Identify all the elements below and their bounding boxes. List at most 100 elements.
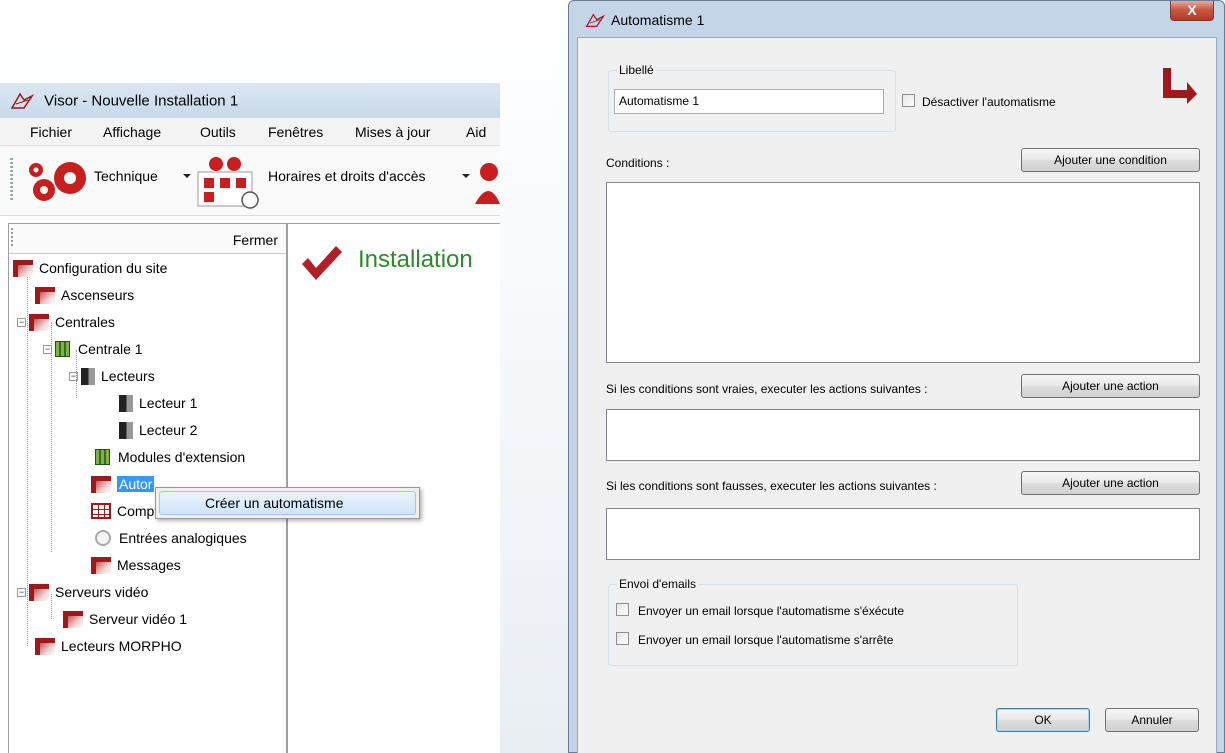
card-reader-icon — [119, 421, 133, 439]
checkmark-icon — [302, 246, 342, 280]
true-actions-label: Si les conditions sont vraies, executer … — [606, 382, 928, 396]
collapse-icon[interactable]: − — [43, 344, 52, 354]
menu-bar: Fichier Affichage Outils Fenêtres Mises … — [0, 118, 500, 146]
toolbar: Technique Horaires et droits d'accès — [0, 146, 500, 216]
tree-item-modules[interactable]: Modules d'extension — [95, 446, 245, 468]
tree-item-configuration[interactable]: Configuration du site — [13, 257, 167, 279]
add-false-action-button[interactable]: Ajouter une action — [1021, 471, 1200, 495]
technique-dropdown-arrow[interactable] — [183, 174, 191, 178]
menu-affichage[interactable]: Affichage — [103, 124, 161, 140]
folder-red-icon — [35, 637, 55, 655]
tree-item-lecteurs-morpho[interactable]: Lecteurs MORPHO — [35, 635, 182, 657]
circuit-board-icon — [95, 449, 110, 465]
tree-item-centrales[interactable]: − Centrales — [17, 311, 115, 333]
technique-button[interactable]: Technique — [94, 168, 158, 184]
card-reader-icon — [81, 367, 95, 385]
main-title-bar: Visor - Nouvelle Installation 1 — [0, 83, 500, 118]
tree-item-label: Centrales — [55, 314, 115, 330]
brand-arrow-icon — [1163, 68, 1197, 104]
email-on-stop-checkbox[interactable] — [616, 632, 629, 645]
true-actions-list[interactable] — [606, 409, 1200, 461]
folder-red-icon — [29, 583, 49, 601]
menu-aide[interactable]: Aid — [466, 124, 486, 140]
email-on-run-label: Envoyer un email lorsque l'automatisme s… — [638, 604, 905, 618]
folder-red-icon — [91, 556, 111, 574]
tree-item-label: Modules d'extension — [118, 449, 246, 465]
folder-red-icon — [63, 610, 83, 628]
collapse-icon[interactable]: − — [17, 317, 26, 327]
tree-item-automatismes[interactable]: Autor — [91, 473, 155, 495]
disable-automatisme-label: Désactiver l'automatisme — [922, 95, 1056, 109]
tree-item-label: Messages — [117, 557, 181, 573]
table-grid-icon — [91, 503, 111, 519]
tree-item-label: Lecteurs MORPHO — [61, 638, 182, 654]
tree-item-label: Lecteur 2 — [139, 422, 198, 438]
tree-item-serveur-video-1[interactable]: Serveur vidéo 1 — [63, 608, 187, 630]
horaires-dropdown-arrow[interactable] — [462, 174, 470, 178]
tree-item-messages[interactable]: Messages — [91, 554, 181, 576]
toolbar-grip[interactable] — [10, 158, 13, 202]
folder-red-icon — [29, 313, 49, 331]
email-on-run-checkbox[interactable] — [616, 603, 629, 616]
menu-mises-a-jour[interactable]: Mises à jour — [355, 124, 430, 140]
create-automatisme-menu-item[interactable]: Créer un automatisme — [159, 491, 416, 515]
user-icon[interactable] — [475, 160, 500, 206]
menu-outils[interactable]: Outils — [200, 124, 236, 140]
dialog-title-bar: Automatisme 1 — [569, 1, 1224, 37]
tree-item-lecteur-1[interactable]: Lecteur 1 — [119, 392, 197, 414]
tree-item-label: Centrale 1 — [78, 341, 143, 357]
tree-item-label: Serveur vidéo 1 — [89, 611, 188, 627]
libelle-group-label: Libellé — [617, 63, 656, 77]
dialog-body: Libellé Automatisme 1 Désactiver l'autom… — [577, 37, 1217, 753]
folder-red-icon — [91, 475, 111, 493]
gauge-icon — [95, 530, 111, 546]
collapse-icon[interactable]: − — [69, 371, 78, 381]
panel-grip[interactable] — [11, 228, 13, 246]
gears-icon — [29, 162, 86, 201]
emails-group: Envoi d'emails — [608, 577, 1018, 666]
visor-main-window: Visor - Nouvelle Installation 1 Fichier … — [0, 83, 500, 753]
close-panel-button[interactable]: Fermer — [233, 232, 278, 248]
conditions-list[interactable] — [606, 182, 1200, 363]
tree-item-label: Autor — [117, 476, 155, 492]
horaires-button[interactable]: Horaires et droits d'accès — [268, 168, 426, 184]
disable-automatisme-checkbox[interactable] — [902, 94, 915, 107]
automatisme-dialog: Automatisme 1 X Libellé Automatisme 1 Dé… — [568, 0, 1225, 753]
visor-logo-icon — [10, 92, 34, 109]
dialog-close-button[interactable]: X — [1170, 1, 1214, 21]
menu-fenetres[interactable]: Fenêtres — [268, 124, 323, 140]
ok-button[interactable]: OK — [996, 708, 1090, 732]
tree-item-centrale-1[interactable]: − Centrale 1 — [43, 338, 143, 360]
tree-item-label: Entrées analogiques — [119, 530, 247, 546]
card-reader-icon — [119, 394, 133, 412]
tree-item-serveurs-video[interactable]: − Serveurs vidéo — [17, 581, 148, 603]
tree-item-lecteurs[interactable]: − Lecteurs — [69, 365, 155, 387]
false-actions-label: Si les conditions sont fausses, executer… — [606, 479, 937, 493]
installation-heading: Installation — [358, 246, 473, 273]
context-menu: Créer un automatisme — [155, 487, 420, 519]
circuit-board-icon — [55, 341, 70, 357]
tree-item-label: Lecteurs — [101, 368, 155, 384]
false-actions-list[interactable] — [606, 508, 1200, 560]
emails-group-label: Envoi d'emails — [617, 577, 698, 591]
tree-item-label: Ascenseurs — [61, 287, 135, 303]
add-condition-button[interactable]: Ajouter une condition — [1021, 148, 1200, 172]
add-true-action-button[interactable]: Ajouter une action — [1021, 374, 1200, 398]
libelle-input[interactable]: Automatisme 1 — [614, 89, 884, 114]
tree-panel-header: Fermer — [9, 224, 286, 254]
email-on-stop-label: Envoyer un email lorsque l'automatisme s… — [638, 633, 894, 647]
collapse-icon[interactable]: − — [17, 587, 26, 597]
dialog-title-text: Automatisme 1 — [611, 12, 705, 28]
folder-red-icon — [35, 286, 55, 304]
menu-fichier[interactable]: Fichier — [30, 124, 72, 140]
main-title-text: Visor - Nouvelle Installation 1 — [44, 92, 239, 110]
tree-item-ascenseurs[interactable]: Ascenseurs — [35, 284, 134, 306]
calendar-users-icon — [197, 157, 259, 209]
tree-item-entrees-analogiques[interactable]: Entrées analogiques — [95, 527, 247, 549]
cancel-button[interactable]: Annuler — [1105, 708, 1199, 732]
tree-item-lecteur-2[interactable]: Lecteur 2 — [119, 419, 197, 441]
conditions-label: Conditions : — [606, 156, 670, 170]
tree-item-label: Configuration du site — [39, 260, 168, 276]
visor-logo-icon — [585, 13, 605, 27]
tree-item-label: Serveurs vidéo — [55, 584, 149, 600]
